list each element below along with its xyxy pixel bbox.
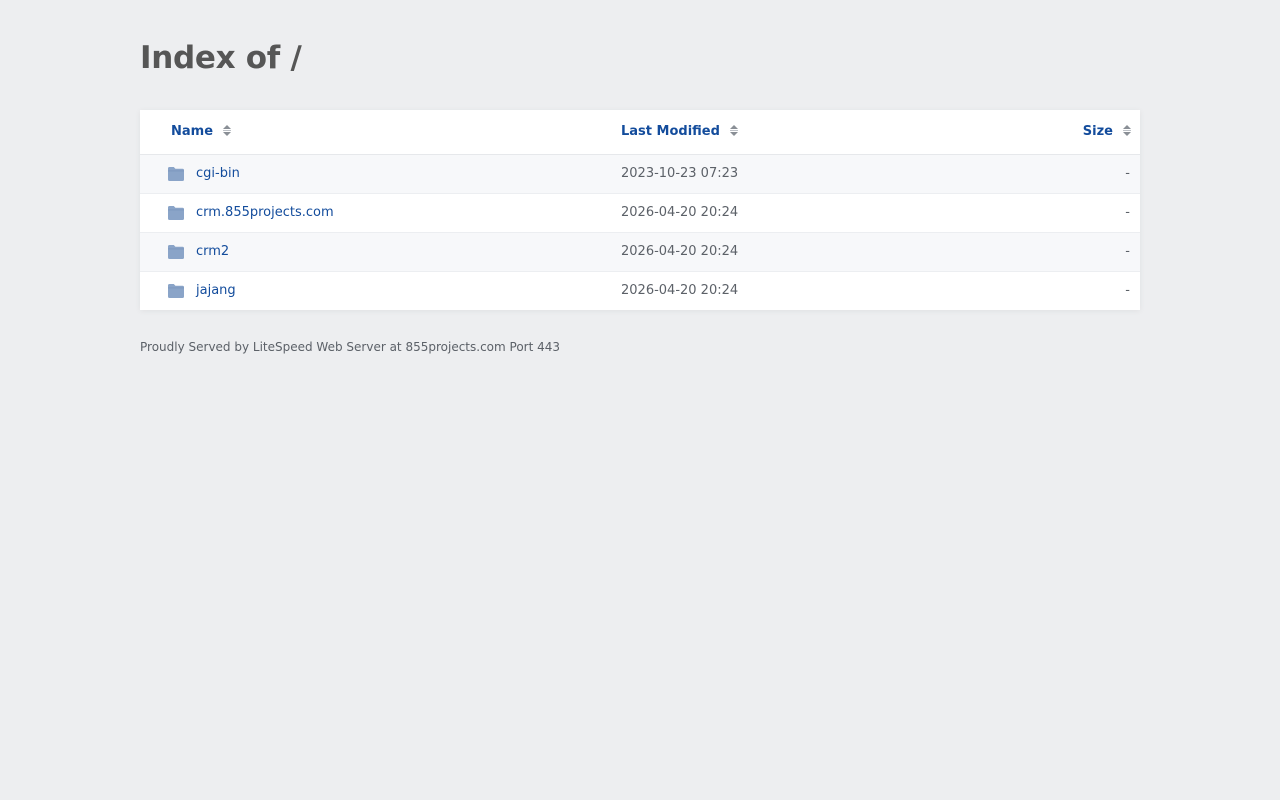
last-modified-cell: 2026-04-20 20:24 xyxy=(621,244,739,259)
sort-icon[interactable] xyxy=(223,124,232,137)
column-header-last-modified[interactable]: Last Modified xyxy=(621,110,738,154)
folder-icon xyxy=(168,167,184,181)
table-row: cgi-bin 2023-10-23 07:23 - xyxy=(140,155,1140,194)
size-cell: - xyxy=(1125,205,1130,220)
size-cell: - xyxy=(1125,244,1130,259)
column-header-size-label[interactable]: Size xyxy=(1083,124,1113,139)
folder-icon xyxy=(168,206,184,220)
directory-listing-table: Name Last Modified Size cgi-bin 2023-10-… xyxy=(140,110,1140,310)
directory-link[interactable]: crm.855projects.com xyxy=(196,194,334,232)
size-cell: - xyxy=(1125,283,1130,298)
table-row: crm.855projects.com 2026-04-20 20:24 - xyxy=(140,194,1140,233)
sort-icon[interactable] xyxy=(729,124,738,137)
table-header: Name Last Modified Size xyxy=(140,110,1140,155)
column-header-name[interactable]: Name xyxy=(171,110,232,154)
directory-link[interactable]: crm2 xyxy=(196,233,229,271)
folder-icon xyxy=(168,245,184,259)
size-cell: - xyxy=(1125,166,1130,181)
last-modified-cell: 2026-04-20 20:24 xyxy=(621,205,739,220)
folder-icon xyxy=(168,284,184,298)
column-header-name-label[interactable]: Name xyxy=(171,124,213,139)
table-row: crm2 2026-04-20 20:24 - xyxy=(140,233,1140,272)
directory-link[interactable]: cgi-bin xyxy=(196,155,240,193)
last-modified-cell: 2026-04-20 20:24 xyxy=(621,283,739,298)
server-footer: Proudly Served by LiteSpeed Web Server a… xyxy=(140,340,561,354)
sort-icon[interactable] xyxy=(1123,124,1131,137)
column-header-size[interactable]: Size xyxy=(1083,110,1131,154)
page-title: Index of / xyxy=(140,40,302,76)
column-header-last-modified-label[interactable]: Last Modified xyxy=(621,124,720,139)
directory-link[interactable]: jajang xyxy=(196,272,236,310)
last-modified-cell: 2023-10-23 07:23 xyxy=(621,166,739,181)
table-row: jajang 2026-04-20 20:24 - xyxy=(140,272,1140,310)
